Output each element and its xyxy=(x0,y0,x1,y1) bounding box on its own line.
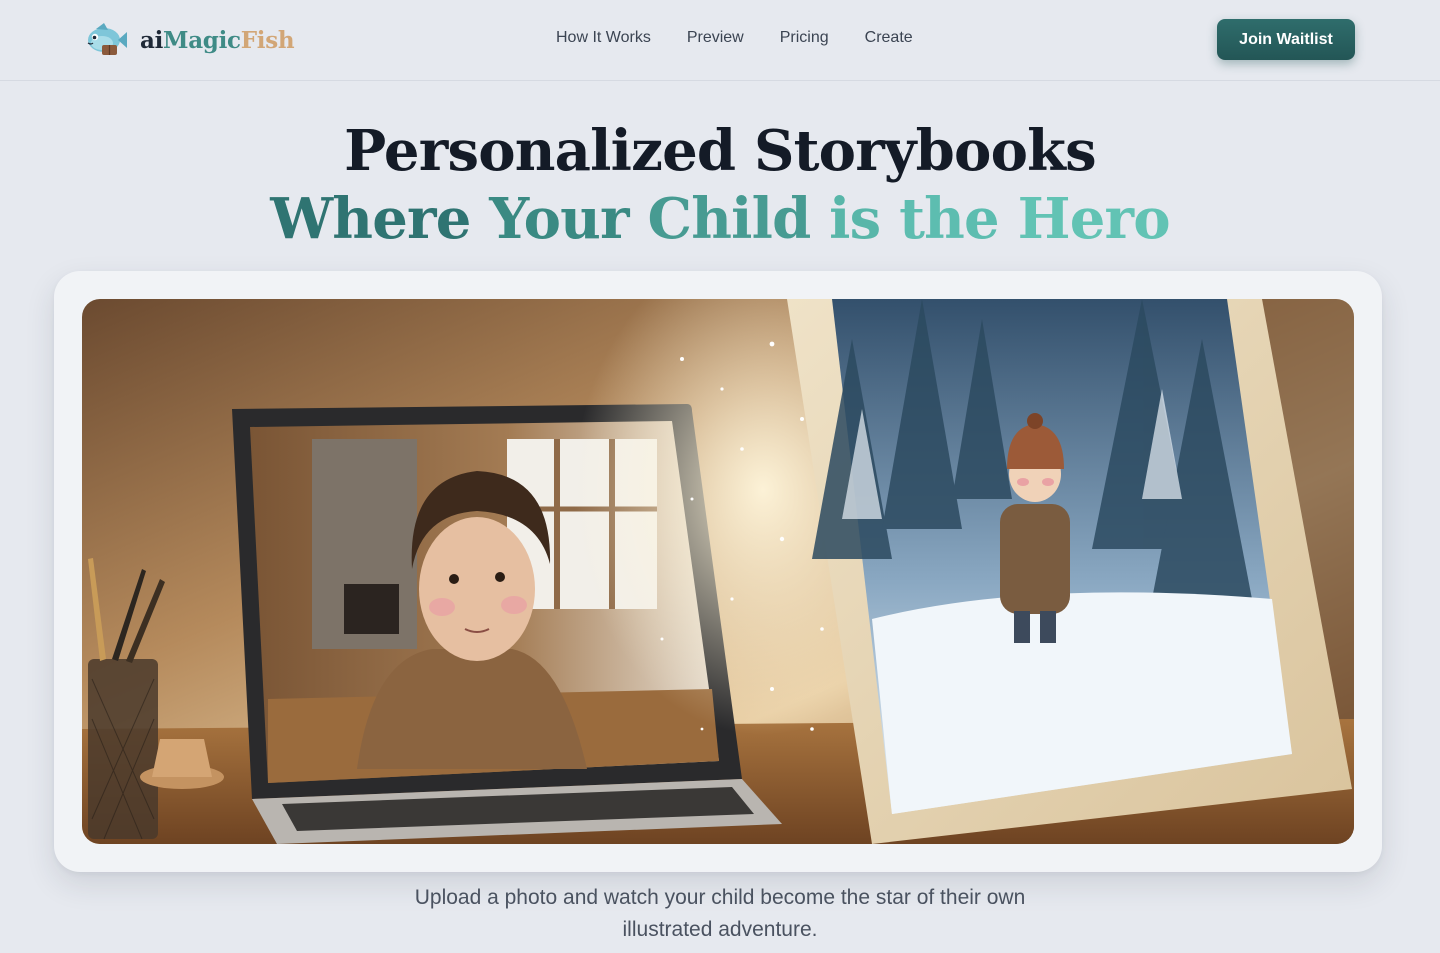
hero-subtitle-line2: illustrated adventure. xyxy=(622,918,818,941)
nav-pricing[interactable]: Pricing xyxy=(780,29,829,47)
hero-word: Child xyxy=(647,186,811,252)
photo-to-storybook-illustration xyxy=(82,299,1354,844)
hero-subtitle: Upload a photo and watch your child beco… xyxy=(0,882,1440,946)
hero-word: Where xyxy=(270,186,471,252)
site-header: aiMagicFish How It Works Preview Pricing… xyxy=(0,0,1440,81)
hero-subtitle-line1: Upload a photo and watch your child beco… xyxy=(414,886,1026,909)
brand-logo-link[interactable]: aiMagicFish xyxy=(82,20,295,60)
hero-word: is xyxy=(829,186,881,252)
brand-name-ai: ai xyxy=(140,26,164,54)
main-nav: How It Works Preview Pricing Create xyxy=(556,29,913,47)
nav-create[interactable]: Create xyxy=(865,29,913,47)
hero-title-line2: Where Your Child is the Hero xyxy=(0,186,1440,252)
hero-title-line1: Personalized Storybooks xyxy=(344,118,1097,184)
nav-how-it-works[interactable]: How It Works xyxy=(556,29,651,47)
brand-name-magic: Magic xyxy=(163,26,241,54)
hero-word: the xyxy=(899,186,1000,252)
brand-name-fish: Fish xyxy=(240,26,295,54)
join-waitlist-button[interactable]: Join Waitlist xyxy=(1217,19,1355,60)
hero-word: Hero xyxy=(1017,186,1171,252)
hero-card xyxy=(54,271,1382,872)
fish-mascot-icon xyxy=(87,23,127,55)
nav-preview[interactable]: Preview xyxy=(687,29,744,47)
brand-name: aiMagicFish xyxy=(140,26,295,54)
hero-word: Your xyxy=(489,186,629,252)
